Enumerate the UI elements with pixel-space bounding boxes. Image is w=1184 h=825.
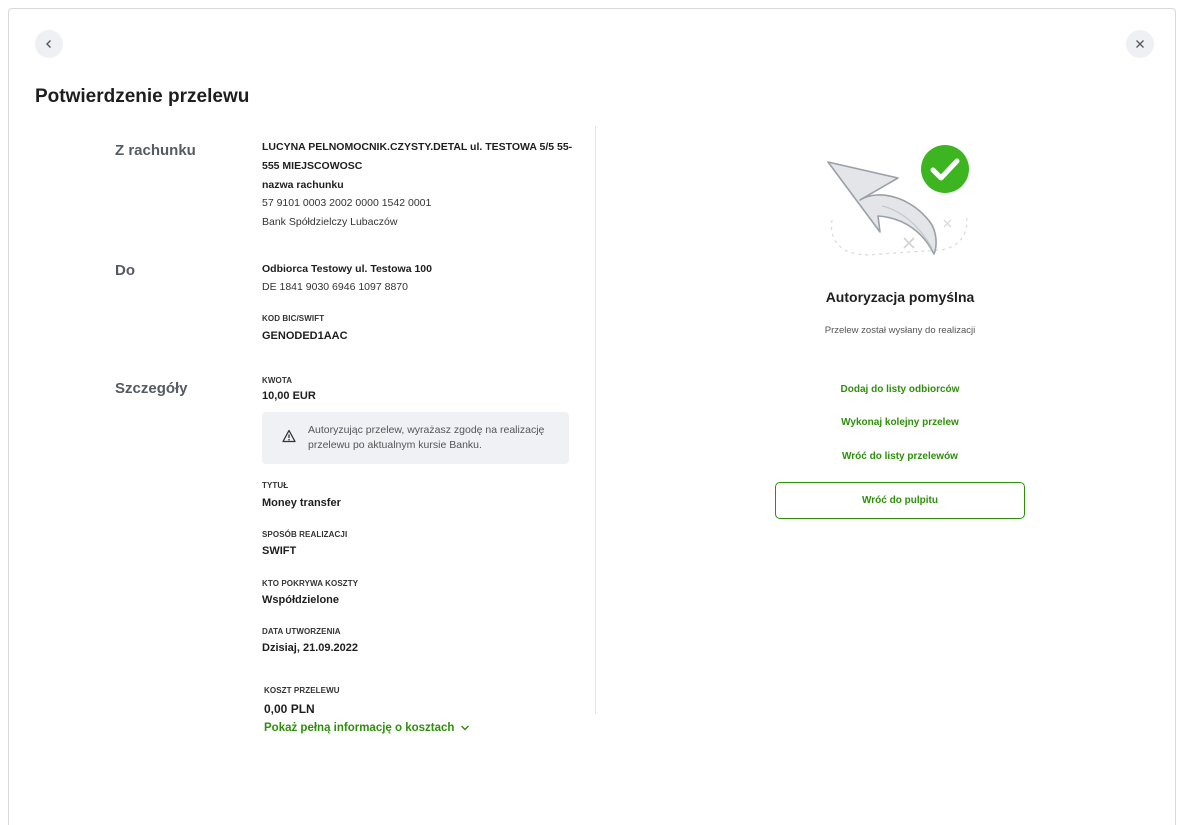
chevron-down-icon <box>461 725 470 731</box>
costs-label: KTO POKRYWA KOSZTY <box>262 579 359 588</box>
amount-label: KWOTA <box>262 376 293 385</box>
close-button[interactable] <box>1126 30 1154 58</box>
chevron-left-icon <box>46 40 51 48</box>
recipient-name: Odbiorca Testowy ul. Testowa 100 <box>262 263 432 275</box>
success-arrow-illustration <box>827 145 969 256</box>
method-label: SPOSÓB REALIZACJI <box>262 530 348 539</box>
result-subtitle: Przelew został wysłany do realizacji <box>824 325 976 336</box>
close-icon <box>1136 40 1144 48</box>
new-transfer-link[interactable]: Wykonaj kolejny przelew <box>775 417 1025 428</box>
from-account-name: nazwa rachunku <box>262 179 344 191</box>
title-value: Money transfer <box>262 497 341 509</box>
page-title: Potwierdzenie przelewu <box>35 86 250 107</box>
result-title: Autoryzacja pomyślna <box>825 289 975 305</box>
costs-value: Współdzielone <box>262 594 339 606</box>
back-to-dashboard-label: Wróć do pulpitu <box>862 495 938 506</box>
from-owner-line2: 555 MIEJSCOWOSC <box>262 160 363 172</box>
back-to-dashboard-button[interactable]: Wróć do pulpitu <box>775 482 1025 519</box>
created-value: Dzisiaj, 21.09.2022 <box>262 642 359 654</box>
add-recipient-link[interactable]: Dodaj do listy odbiorców <box>775 384 1025 395</box>
fx-notice-line1: Autoryzując przelew, wyrażasz zgodę na r… <box>308 424 545 436</box>
back-button[interactable] <box>35 30 63 58</box>
column-divider <box>595 126 596 714</box>
method-value: SWIFT <box>262 545 297 557</box>
fee-label: KOSZT PRZELEWU <box>264 686 340 695</box>
from-account-number: 57 9101 0003 2002 0000 1542 0001 <box>262 197 432 209</box>
recipient-iban: DE 1841 9030 6946 1097 8870 <box>262 281 408 293</box>
fx-notice: Autoryzując przelew, wyrażasz zgodę na r… <box>262 412 569 464</box>
fee-value: 0,00 PLN <box>264 702 315 716</box>
details-section-label: Szczegóły <box>115 380 188 397</box>
created-label: DATA UTWORZENIA <box>262 627 341 636</box>
from-bank-name: Bank Spółdzielczy Lubaczów <box>262 216 398 228</box>
title-label: TYTUŁ <box>262 481 289 490</box>
warning-icon <box>282 429 296 443</box>
check-circle-icon <box>921 145 969 193</box>
bic-value: GENODED1AAC <box>262 330 348 342</box>
to-section-label: Do <box>115 262 135 279</box>
show-cost-details-link[interactable]: Pokaż pełną informację o kosztach <box>264 722 470 734</box>
back-to-transfers-link[interactable]: Wróć do listy przelewów <box>775 451 1025 462</box>
show-cost-details-label: Pokaż pełną informację o kosztach <box>264 722 455 734</box>
fx-notice-text: Autoryzując przelew, wyrażasz zgodę na r… <box>308 423 558 453</box>
amount-value: 10,00 EUR <box>262 390 316 402</box>
bic-label: KOD BIC/SWIFT <box>262 314 325 323</box>
fx-notice-line2: przelewu po aktualnym kursie Banku. <box>308 439 482 451</box>
from-owner-line1: LUCYNA PELNOMOCNIK.CZYSTY.DETAL ul. TEST… <box>262 141 573 153</box>
from-section-label: Z rachunku <box>115 142 196 159</box>
